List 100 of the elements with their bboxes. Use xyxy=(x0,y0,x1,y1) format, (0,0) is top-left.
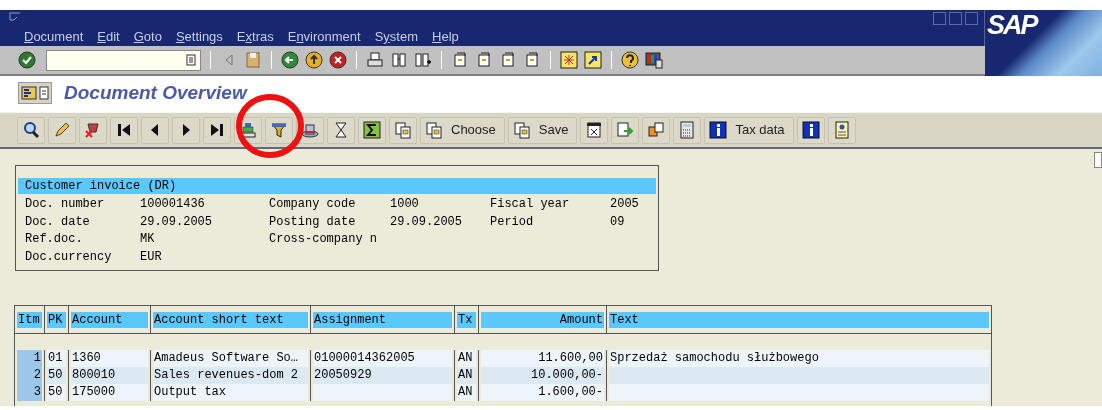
help-icon[interactable] xyxy=(621,51,639,69)
binoculars-icon[interactable] xyxy=(390,51,408,69)
field-value: 29.09.2005 xyxy=(390,214,462,229)
next-page-icon[interactable] xyxy=(499,51,517,69)
previous-item-button[interactable] xyxy=(141,116,169,144)
minimize-button[interactable] xyxy=(933,12,946,25)
table-cell: 11.600,00 xyxy=(481,350,604,367)
tax-data-button[interactable]: Tax data xyxy=(704,116,794,144)
table-cell: AN xyxy=(457,367,476,384)
menu-item[interactable]: Edit xyxy=(97,27,120,47)
table-cell: Sprzedaż samochodu służbowego xyxy=(609,350,989,367)
dropdown-list-icon[interactable] xyxy=(186,54,196,66)
menu-item[interactable]: Goto xyxy=(133,27,162,47)
table-cell: 50 xyxy=(47,367,66,384)
first-item-icon xyxy=(115,121,133,139)
column-header[interactable]: Account short text xyxy=(153,311,308,328)
filter-button[interactable] xyxy=(265,116,293,144)
table-cell: 01 xyxy=(47,350,66,367)
screen-title: Document Overview xyxy=(64,80,247,105)
calculator-icon xyxy=(678,121,697,139)
notepad-button[interactable] xyxy=(827,116,856,144)
previous-page-icon[interactable] xyxy=(475,51,493,69)
magnifier-button[interactable] xyxy=(17,116,45,144)
magnifier-icon xyxy=(22,121,40,139)
document-icon xyxy=(585,121,604,139)
last-page-icon[interactable] xyxy=(523,51,541,69)
field-label: Company code xyxy=(269,197,356,211)
document-list-icon xyxy=(21,86,37,100)
next-item-button[interactable] xyxy=(172,116,200,144)
column-header[interactable]: Text xyxy=(609,311,989,328)
close-button[interactable] xyxy=(965,12,978,25)
page-icon xyxy=(39,86,49,100)
restore-button[interactable] xyxy=(949,12,962,25)
field-value: 29.09.2005 xyxy=(140,214,212,229)
checkmark-icon[interactable] xyxy=(18,51,36,69)
field-value: 09 xyxy=(610,214,625,229)
first-item-button[interactable] xyxy=(110,116,138,144)
menu-item[interactable]: Help xyxy=(432,27,459,47)
info-icon xyxy=(801,121,820,139)
column-header[interactable]: Amount xyxy=(481,311,604,328)
column-header[interactable]: PK xyxy=(47,311,66,328)
calculator-button[interactable] xyxy=(673,116,702,144)
copy-button[interactable] xyxy=(642,116,671,144)
hourglass-button[interactable] xyxy=(327,116,355,144)
field-value: MK xyxy=(140,232,155,246)
table-cell: 3 xyxy=(17,384,42,401)
info-button[interactable] xyxy=(796,116,825,144)
cancel-icon[interactable] xyxy=(329,51,347,69)
field-label: Posting date xyxy=(269,214,356,229)
menu-item[interactable]: System xyxy=(374,27,419,47)
column-header[interactable]: Assignment xyxy=(313,311,452,328)
hat-icon xyxy=(301,121,319,139)
first-page-icon[interactable] xyxy=(451,51,469,69)
choose-icon xyxy=(425,121,443,139)
field-label: Ref.doc. xyxy=(25,232,83,246)
last-item-icon xyxy=(208,121,226,139)
side-button[interactable] xyxy=(1094,152,1102,168)
pages-button[interactable] xyxy=(389,116,417,144)
pencil-button[interactable] xyxy=(48,116,76,144)
sum-button[interactable] xyxy=(358,116,386,144)
window-menu-icon[interactable] xyxy=(9,12,21,21)
tax-data-icon xyxy=(709,121,728,139)
reverse-button[interactable] xyxy=(79,116,107,144)
table-cell: Sales revenues-dom 2 xyxy=(153,367,308,384)
field-label: Doc. date xyxy=(25,214,90,229)
layout-settings-icon[interactable] xyxy=(645,51,663,69)
printer-icon[interactable] xyxy=(366,51,384,69)
table-cell: 175000 xyxy=(71,384,148,401)
menu-item[interactable]: Document xyxy=(24,27,84,47)
last-item-button[interactable] xyxy=(203,116,231,144)
column-header[interactable]: Tx xyxy=(457,311,476,328)
shortcut-icon[interactable] xyxy=(584,51,602,69)
column-header[interactable]: Itm xyxy=(17,311,42,328)
sap-logo: SAP xyxy=(987,10,1037,40)
sum-icon xyxy=(363,121,381,139)
binoculars-plus-icon[interactable] xyxy=(414,51,432,69)
hourglass-icon xyxy=(332,121,350,139)
menu-item[interactable]: Settings xyxy=(175,27,223,47)
table-cell: 50 xyxy=(47,384,66,401)
column-header[interactable]: Account xyxy=(71,311,148,328)
table-cell: 2 xyxy=(17,367,42,384)
table-cell: 1360 xyxy=(71,350,148,367)
choose-button[interactable]: Choose xyxy=(420,116,505,144)
menu-item[interactable]: Environment xyxy=(287,27,361,47)
document-button[interactable] xyxy=(580,116,609,144)
save-button[interactable]: Save xyxy=(507,116,578,144)
table-cell: Amadeus Software So… xyxy=(153,350,308,367)
table-cell: 20050929 xyxy=(313,367,452,384)
table-cell: 800010 xyxy=(71,367,148,384)
field-label: Fiscal year xyxy=(490,197,570,211)
overview-toggle-button[interactable] xyxy=(18,82,52,104)
new-window-icon[interactable] xyxy=(560,51,578,69)
table-cell: 10.000,00- xyxy=(481,367,604,384)
field-value: 1000 xyxy=(390,197,419,211)
field-label: Doc. number xyxy=(25,197,105,211)
copy-icon xyxy=(647,121,666,139)
pencil-icon xyxy=(53,121,71,139)
export-button[interactable] xyxy=(611,116,640,144)
command-field[interactable] xyxy=(46,49,201,71)
menu-item[interactable]: Extras xyxy=(236,27,274,47)
